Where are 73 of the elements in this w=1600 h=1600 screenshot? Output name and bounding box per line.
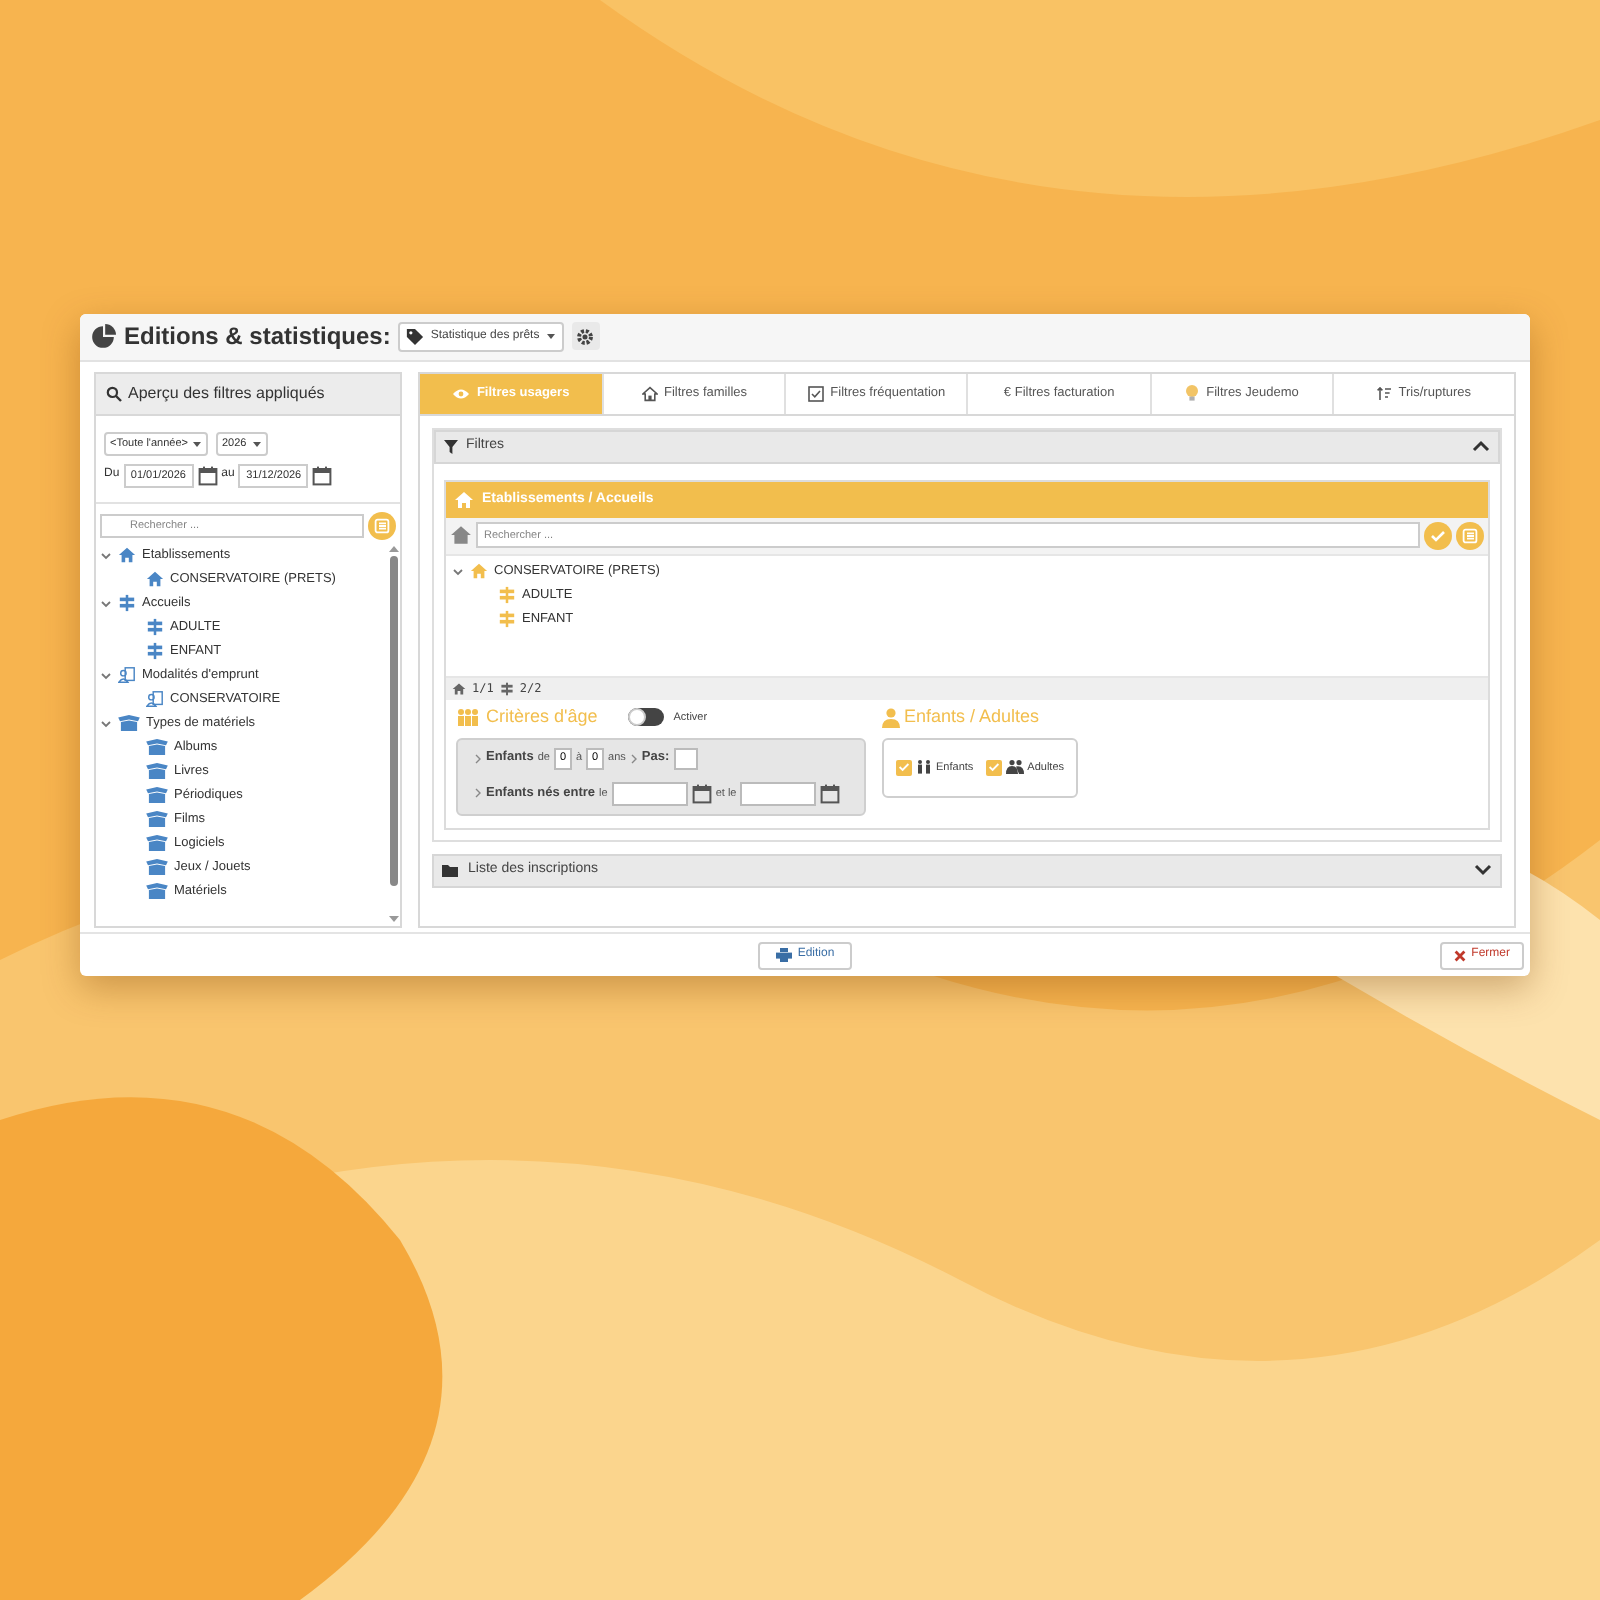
audience-title: Enfants / Adultes [904, 704, 1040, 731]
chevron-down-icon[interactable] [100, 669, 112, 682]
date-field[interactable] [740, 781, 817, 806]
house-icon [452, 681, 466, 696]
chevron-down-icon[interactable] [100, 597, 112, 610]
signpost-icon [146, 642, 164, 661]
settings-button[interactable] [571, 322, 600, 351]
arrow-up-icon [387, 543, 399, 554]
filter-icon [444, 439, 458, 454]
chevron-down-icon[interactable] [452, 565, 464, 578]
chevron-down-icon[interactable] [100, 717, 112, 730]
box-icon [146, 858, 168, 877]
chevron-up-icon [1472, 440, 1490, 453]
signpost-icon [498, 586, 516, 605]
house-icon [641, 385, 658, 402]
box-icon [146, 762, 168, 781]
signpost-icon [146, 618, 164, 637]
toggle-switch[interactable] [627, 708, 664, 727]
search-icon [106, 385, 122, 402]
box-icon [146, 834, 168, 853]
checkbox[interactable] [985, 759, 1002, 776]
tag-icon [406, 327, 425, 346]
two-figures-icon [916, 760, 932, 775]
eye-icon [452, 387, 471, 400]
people-icon [456, 707, 480, 728]
check-icon [1430, 529, 1446, 542]
scrollbar[interactable] [386, 541, 400, 927]
house-icon [118, 546, 136, 565]
list-icon [374, 517, 390, 534]
calendar-icon[interactable] [820, 783, 841, 804]
group-icon [1005, 760, 1024, 775]
gear-icon [576, 327, 595, 346]
checkbox-icon [808, 385, 825, 402]
signpost-icon [499, 681, 514, 696]
caret-icon [191, 439, 202, 448]
chevron-down-icon[interactable] [100, 549, 112, 562]
box-icon [146, 786, 168, 805]
close-icon [1453, 949, 1466, 962]
checkbox[interactable] [896, 759, 912, 776]
box-icon [146, 738, 168, 757]
chevron-right-icon [474, 753, 482, 764]
calendar-icon[interactable] [197, 465, 218, 486]
caret-icon [545, 332, 556, 341]
pie-chart-icon [90, 323, 116, 350]
number-field[interactable] [673, 747, 698, 770]
signpost-icon [498, 610, 516, 629]
calendar-icon[interactable] [691, 783, 712, 804]
signpost-icon [118, 594, 136, 613]
printer-icon [775, 948, 792, 963]
criteria-title: Critères d'âge [486, 704, 598, 731]
person-document-icon [118, 666, 136, 685]
person-document-icon [146, 690, 164, 709]
sort-icon [1376, 385, 1393, 402]
house-icon [470, 562, 488, 581]
house-icon [454, 489, 474, 510]
box-icon [146, 882, 168, 901]
building-icon [450, 524, 472, 547]
house-icon [146, 570, 164, 589]
caret-icon [252, 439, 263, 448]
person-icon [882, 707, 900, 728]
folder-icon [442, 863, 460, 878]
date-field[interactable] [611, 781, 688, 806]
chevron-down-icon [1474, 864, 1492, 877]
bulb-icon [1184, 384, 1201, 403]
box-icon [118, 714, 140, 733]
panel-title: Aperçu des filtres appliqués [128, 381, 325, 406]
window-title: Editions & statistiques: [124, 320, 391, 355]
list-icon [1462, 527, 1478, 544]
arrow-down-icon [387, 914, 399, 925]
chevron-right-icon [474, 788, 482, 799]
chevron-right-icon [629, 753, 638, 764]
calendar-icon[interactable] [312, 465, 333, 486]
box-icon [146, 810, 168, 829]
